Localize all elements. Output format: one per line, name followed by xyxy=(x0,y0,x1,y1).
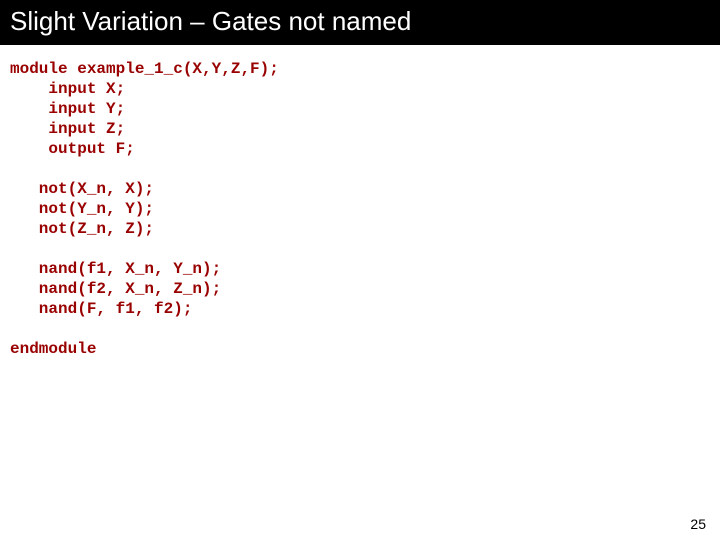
slide-title: Slight Variation – Gates not named xyxy=(0,0,720,45)
page-number: 25 xyxy=(690,516,706,532)
code-block: module example_1_c(X,Y,Z,F); input X; in… xyxy=(0,45,720,359)
